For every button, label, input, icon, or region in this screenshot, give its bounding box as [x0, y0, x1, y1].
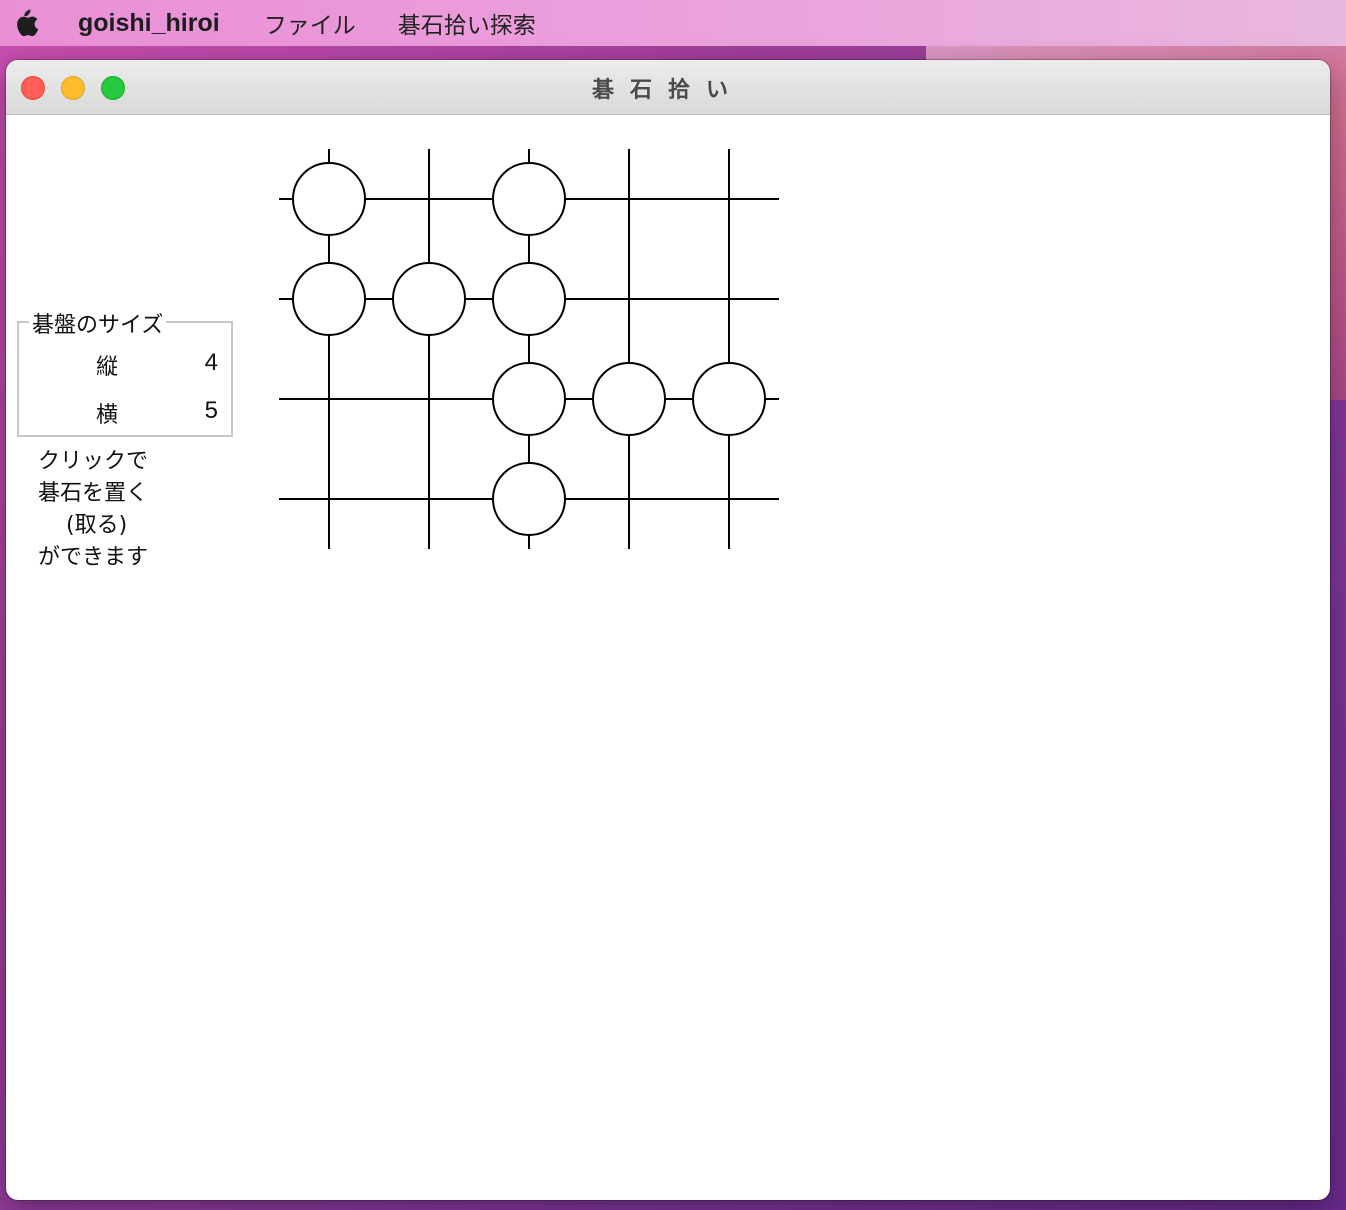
- instruction-line: クリックで: [38, 449, 149, 474]
- stone[interactable]: [492, 462, 566, 536]
- empty-point[interactable]: [393, 363, 465, 435]
- stone[interactable]: [592, 362, 666, 436]
- window-title: 碁石拾い: [591, 78, 744, 103]
- stone[interactable]: [292, 262, 366, 336]
- empty-point[interactable]: [693, 263, 765, 335]
- stone[interactable]: [692, 362, 766, 436]
- board-size-group: 碁盤のサイズ 縦 4 横 5: [17, 307, 233, 437]
- stone[interactable]: [492, 362, 566, 436]
- empty-point[interactable]: [693, 163, 765, 235]
- empty-point[interactable]: [593, 263, 665, 335]
- stone[interactable]: [292, 162, 366, 236]
- instruction-line: ができます: [38, 545, 149, 570]
- cols-label: 横: [96, 403, 119, 428]
- empty-point[interactable]: [593, 163, 665, 235]
- menu-bar: goishi_hiroi ファイル 碁石拾い探索: [0, 0, 1346, 46]
- instruction-line: (取る): [66, 513, 128, 538]
- rows-value: 4: [204, 349, 218, 376]
- rows-label: 縦: [96, 355, 119, 380]
- stone[interactable]: [492, 262, 566, 336]
- app-window: 碁石拾い 碁盤のサイズ 縦 4 横 5 クリックで 碁石を置く (取る) ができ…: [6, 60, 1330, 1200]
- stone[interactable]: [392, 262, 466, 336]
- go-board[interactable]: [278, 148, 780, 550]
- instruction-line: 碁石を置く: [38, 481, 149, 506]
- apple-icon[interactable]: [10, 6, 40, 40]
- menu-file[interactable]: ファイル: [264, 6, 356, 40]
- empty-point[interactable]: [293, 463, 365, 535]
- stone[interactable]: [492, 162, 566, 236]
- empty-point[interactable]: [393, 463, 465, 535]
- empty-point[interactable]: [393, 163, 465, 235]
- empty-point[interactable]: [293, 363, 365, 435]
- empty-point[interactable]: [593, 463, 665, 535]
- board-size-legend: 碁盤のサイズ: [29, 307, 167, 339]
- cols-value: 5: [204, 397, 218, 424]
- empty-point[interactable]: [693, 463, 765, 535]
- app-name-menu[interactable]: goishi_hiroi: [78, 9, 220, 38]
- instructions: クリックで 碁石を置く (取る) ができます: [38, 446, 148, 574]
- title-bar[interactable]: 碁石拾い: [6, 60, 1330, 115]
- menu-search[interactable]: 碁石拾い探索: [398, 6, 536, 40]
